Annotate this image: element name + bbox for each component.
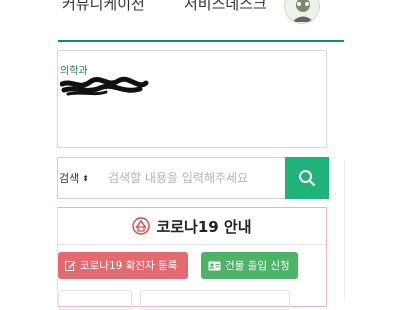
search-input[interactable]: [108, 166, 283, 190]
profile-card: 의학과: [57, 50, 327, 148]
sort-arrows-icon: ⬍: [82, 173, 89, 183]
nav-service-desk[interactable]: 서비스데스크: [184, 0, 267, 14]
department-label: 의학과: [60, 66, 88, 77]
avatar-icon[interactable]: [284, 0, 320, 24]
covid-title: 코로나19 안내: [156, 217, 252, 236]
covid-card-header: 코로나19 안내: [58, 208, 326, 245]
divider: [344, 160, 345, 300]
search-bar: 검색 ⬍: [57, 157, 329, 199]
search-scope-value: 검색: [59, 172, 80, 185]
redacted-name: [60, 76, 149, 96]
list-item[interactable]: [58, 290, 132, 310]
edit-icon: [65, 261, 76, 271]
search-button[interactable]: [285, 157, 329, 199]
list-item[interactable]: [140, 290, 290, 310]
search-icon: [299, 170, 315, 186]
building-entry-button[interactable]: 건물 출입 신청: [201, 252, 298, 279]
covid-info-icon: [132, 217, 151, 235]
search-scope-select[interactable]: 검색 ⬍: [58, 158, 100, 198]
id-card-icon: [208, 261, 221, 270]
building-entry-label: 건물 출입 신청: [225, 260, 290, 272]
top-navigation: 커뮤니케이션 서비스데스크: [58, 0, 344, 42]
nav-communication[interactable]: 커뮤니케이션: [62, 0, 145, 14]
covid-info-card: 코로나19 안내 코로나19 확진자 등록 건물 출입 신청: [57, 207, 327, 310]
covid-register-label: 코로나19 확진자 등록: [80, 260, 178, 272]
covid-register-button[interactable]: 코로나19 확진자 등록: [58, 252, 188, 279]
